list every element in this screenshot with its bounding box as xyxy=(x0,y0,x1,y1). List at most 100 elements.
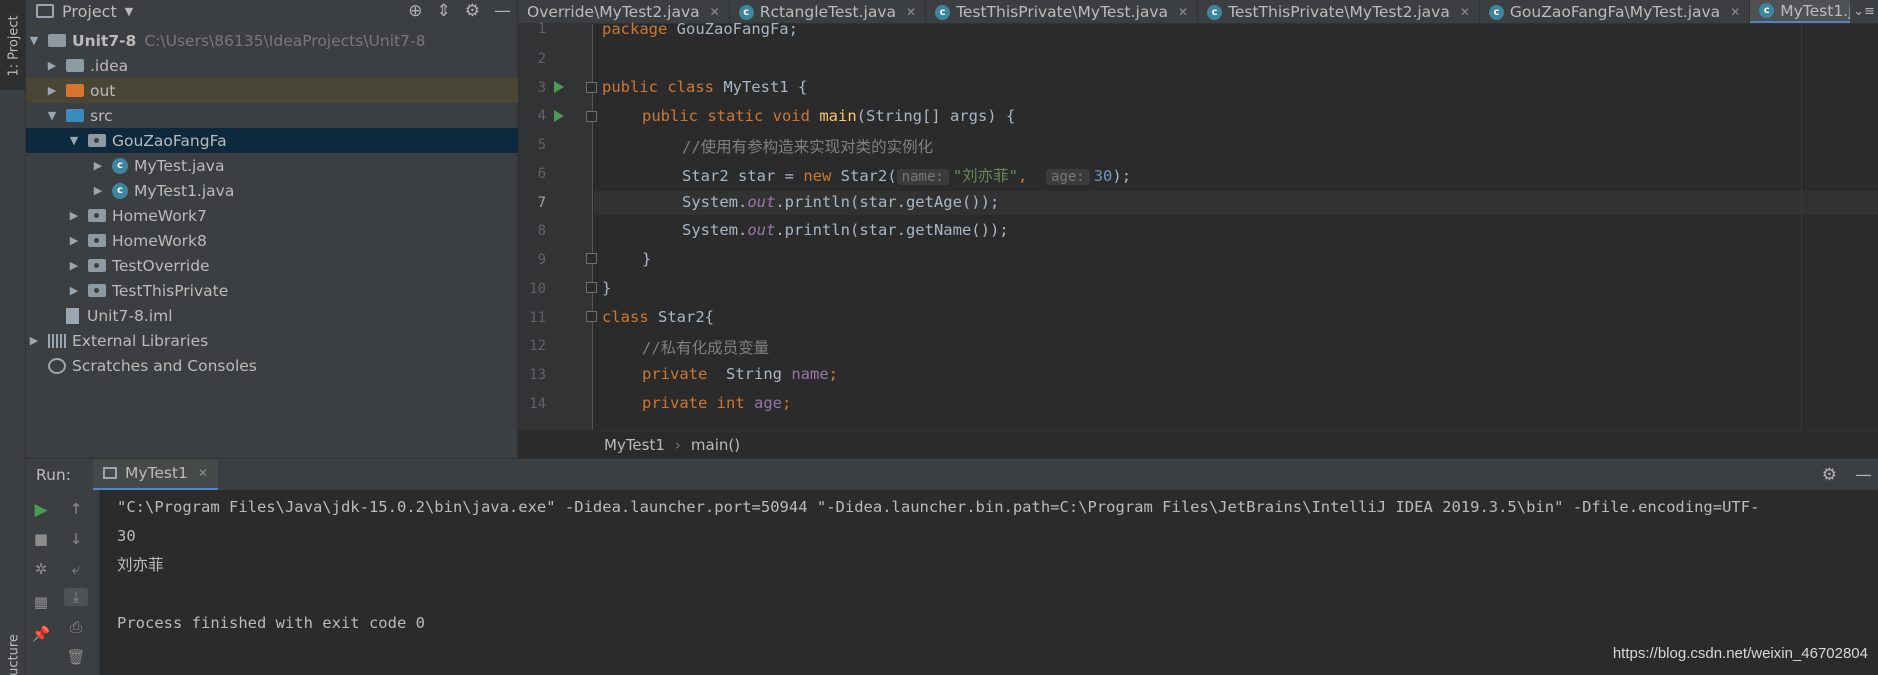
hide-icon[interactable]: — xyxy=(494,1,511,21)
code-line-7: System.out.println(star.getAge()); xyxy=(682,193,999,211)
code-token: age xyxy=(754,394,782,412)
code-token: name xyxy=(791,365,829,383)
run-toolbar-left: ▶ ■ ✲ ▦ 📌 xyxy=(26,490,56,675)
debug-icon[interactable]: ✲ xyxy=(29,560,53,578)
scroll-to-end-icon[interactable]: ⤓ xyxy=(64,588,88,606)
tree-item-homework7[interactable]: ▶ HomeWork7 xyxy=(26,203,518,228)
tab-list-icon[interactable]: ⌄≡ xyxy=(1850,0,1878,23)
close-icon[interactable]: ✕ xyxy=(1460,5,1470,19)
run-gutter-icon[interactable] xyxy=(554,81,564,93)
print-icon[interactable]: ⎙ xyxy=(64,618,88,636)
close-icon[interactable]: ✕ xyxy=(1730,5,1740,19)
collapse-all-icon[interactable]: ⇕ xyxy=(437,1,451,21)
project-panel-title: Project xyxy=(62,1,117,21)
tree-item-mytest[interactable]: ▶ c MyTest.java xyxy=(26,153,518,178)
parameter-hint: name: xyxy=(896,169,949,185)
tree-item-label: MyTest1.java xyxy=(134,181,235,200)
line-number: 10 xyxy=(529,281,546,297)
excluded-folder-icon xyxy=(66,84,84,97)
expand-arrow-icon[interactable]: ▼ xyxy=(46,109,58,122)
source-folder-icon xyxy=(66,109,84,122)
project-panel-toolbar: ⊕ ⇕ ⚙ — xyxy=(408,0,511,22)
tree-item-label: HomeWork7 xyxy=(112,206,207,225)
code-line-14: private int age; xyxy=(642,394,791,412)
java-class-icon: c xyxy=(1759,3,1775,18)
tree-item-src[interactable]: ▼ src xyxy=(26,103,518,128)
run-console[interactable] xyxy=(100,490,1878,675)
tree-item-label: TestThisPrivate xyxy=(112,281,229,300)
project-tool-tab[interactable]: 1: Project xyxy=(0,0,26,90)
tree-item-testthisprivate[interactable]: ▶ TestThisPrivate xyxy=(26,278,518,303)
code-token: (String[] args) { xyxy=(856,107,1016,125)
run-tab-mytest1[interactable]: MyTest1 ✕ xyxy=(92,458,218,491)
tree-item-idea[interactable]: ▶ .idea xyxy=(26,53,518,78)
tab-testthisprivate-mytest2[interactable]: c TestThisPrivate\MyTest2.java ✕ xyxy=(1198,0,1480,23)
code-token: Star2 star = xyxy=(682,167,804,185)
expand-arrow-icon[interactable]: ▶ xyxy=(68,234,80,247)
chevron-down-icon[interactable]: ▼ xyxy=(125,5,133,18)
arrow-down-icon[interactable]: ↓ xyxy=(64,530,88,548)
tree-item-out[interactable]: ▶ out xyxy=(26,78,518,103)
expand-arrow-icon[interactable]: ▶ xyxy=(46,84,58,97)
project-panel: Project ▼ ⊕ ⇕ ⚙ — ▼ Unit7-8 C:\Users\861… xyxy=(26,0,518,458)
expand-arrow-icon[interactable]: ▼ xyxy=(68,134,80,147)
java-class-icon: c xyxy=(738,4,754,20)
tree-item-homework8[interactable]: ▶ HomeWork8 xyxy=(26,228,518,253)
tree-item-external-libraries[interactable]: ▶ External Libraries xyxy=(26,328,518,353)
fold-marker-icon[interactable] xyxy=(586,282,597,293)
expand-arrow-icon[interactable]: ▶ xyxy=(28,334,40,347)
line-number: 13 xyxy=(529,367,546,383)
tree-item-iml[interactable]: Unit7-8.iml xyxy=(26,303,518,328)
arrow-up-icon[interactable]: ↑ xyxy=(64,500,88,518)
breadcrumb-class[interactable]: MyTest1 xyxy=(604,436,665,454)
pin-icon[interactable]: 📌 xyxy=(29,625,53,643)
line-number: 3 xyxy=(537,80,546,96)
close-icon[interactable]: ✕ xyxy=(710,5,720,19)
gear-icon[interactable]: ⚙ xyxy=(1822,465,1837,485)
line-number: 9 xyxy=(537,252,546,268)
gear-icon[interactable]: ⚙ xyxy=(465,1,480,21)
expand-arrow-icon[interactable]: ▶ xyxy=(92,159,104,172)
fold-marker-icon[interactable] xyxy=(586,111,597,122)
run-toolbar-right: ↑ ↓ ⤶ ⤓ ⎙ 🗑 xyxy=(56,490,100,675)
close-icon[interactable]: ✕ xyxy=(1178,5,1188,19)
tree-item-gouzaofangfa[interactable]: ▼ GouZaoFangFa xyxy=(26,128,518,153)
code-token: String xyxy=(707,365,792,383)
soft-wrap-icon[interactable]: ⤶ xyxy=(64,560,88,578)
fold-marker-icon[interactable] xyxy=(586,82,597,93)
rerun-icon[interactable]: ▶ xyxy=(29,500,53,520)
code-token: 30 xyxy=(1093,167,1113,185)
expand-arrow-icon[interactable]: ▶ xyxy=(46,59,58,72)
tree-item-unit7-8[interactable]: ▼ Unit7-8 C:\Users\86135\IdeaProjects\Un… xyxy=(26,28,518,53)
run-gutter-icon[interactable] xyxy=(554,110,564,122)
expand-arrow-icon[interactable]: ▶ xyxy=(68,284,80,297)
trash-icon[interactable]: 🗑 xyxy=(64,648,88,666)
tree-item-mytest1[interactable]: ▶ c MyTest1.java xyxy=(26,178,518,203)
fold-marker-icon[interactable] xyxy=(586,311,597,322)
scratches-icon xyxy=(48,357,66,374)
iml-file-icon xyxy=(66,307,79,324)
fold-marker-icon[interactable] xyxy=(586,253,597,264)
close-icon[interactable]: ✕ xyxy=(198,466,208,480)
code-token: out xyxy=(747,221,776,239)
expand-arrow-icon[interactable]: ▶ xyxy=(68,209,80,222)
stop-icon[interactable]: ■ xyxy=(29,530,53,548)
code-line-5: //使用有参构造来实现对类的实例化 xyxy=(682,138,934,156)
tab-gouzaofangfa-mytest[interactable]: c GouZaoFangFa\MyTest.java ✕ xyxy=(1480,0,1751,23)
line-number: 12 xyxy=(529,338,546,354)
code-token: Star2( xyxy=(831,167,897,185)
expand-arrow-icon[interactable]: ▶ xyxy=(92,184,104,197)
code-line-12: //私有化成员变量 xyxy=(642,339,770,357)
locate-icon[interactable]: ⊕ xyxy=(408,1,422,21)
console-line: 30 xyxy=(117,527,136,545)
hide-icon[interactable]: — xyxy=(1855,465,1872,485)
expand-arrow-icon[interactable]: ▶ xyxy=(68,259,80,272)
tree-item-scratches[interactable]: Scratches and Consoles xyxy=(26,353,518,378)
breadcrumb-method[interactable]: main() xyxy=(691,436,740,454)
expand-arrow-icon[interactable]: ▼ xyxy=(28,34,40,47)
tab-testthisprivate-mytest[interactable]: c TestThisPrivate\MyTest.java ✕ xyxy=(926,0,1199,23)
close-icon[interactable]: ✕ xyxy=(906,5,916,19)
tree-item-label: Unit7-8 xyxy=(72,31,137,50)
tree-item-testoverride[interactable]: ▶ TestOverride xyxy=(26,253,518,278)
layout-icon[interactable]: ▦ xyxy=(29,593,53,611)
